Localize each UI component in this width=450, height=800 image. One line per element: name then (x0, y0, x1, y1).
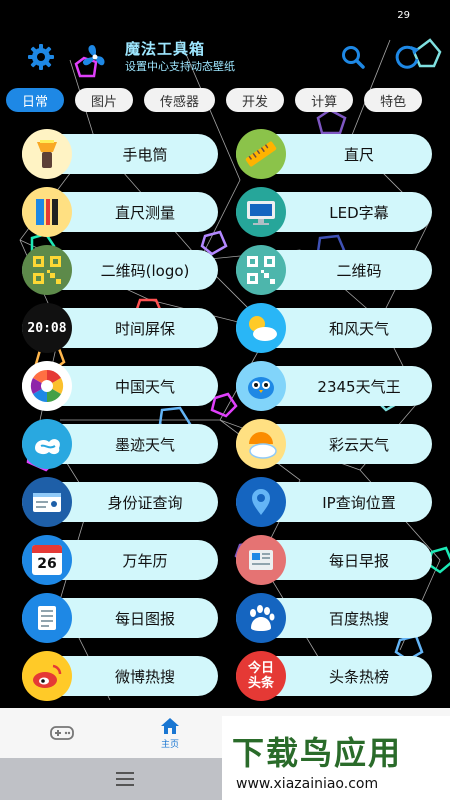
tool-baidu-hot-search[interactable]: 百度热搜 (236, 593, 432, 643)
id-card-icon (22, 477, 72, 527)
tool-label: 万年历 (122, 551, 168, 570)
status-time: 29 (397, 10, 410, 21)
nav-home-label: 主页 (160, 739, 179, 750)
tool-label: 二维码 (336, 261, 382, 280)
tool-caiyun-weather[interactable]: 彩云天气 (236, 419, 432, 469)
tool-perpetual-calendar[interactable]: 26 万年历 (22, 535, 218, 585)
calendar-day: 26 (37, 556, 57, 572)
location-pin-icon (236, 477, 286, 527)
china-weather-icon (22, 361, 72, 411)
caiyun-weather-icon (236, 419, 286, 469)
category-tabs: 日常 图片 传感器 开发 计算 特色 (6, 88, 450, 114)
tool-qrcode[interactable]: 二维码 (236, 245, 432, 295)
app-subtitle: 设置中心支持动态壁纸 (125, 60, 235, 73)
toutiao-icon: 今日头条 (236, 651, 286, 701)
tool-label: 时间屏保 (114, 319, 175, 338)
newspaper-icon (236, 535, 286, 585)
ruler-measure-icon (22, 187, 72, 237)
led-monitor-icon (236, 187, 286, 237)
tool-label: 身份证查询 (107, 493, 183, 512)
tool-led-subtitle[interactable]: LED字幕 (236, 187, 432, 237)
gear-icon[interactable] (24, 40, 58, 74)
tool-qrcode-logo[interactable]: 二维码(logo) (22, 245, 218, 295)
refresh-icon[interactable] (390, 40, 424, 74)
fan-icon[interactable] (78, 40, 112, 74)
tools-grid: 手电筒 直尺 直尺测量 LED字幕 二维码(logo) 二维码 20:08 时间… (22, 129, 432, 714)
home-icon (161, 717, 179, 734)
ruler-icon (236, 129, 286, 179)
tool-label: 百度热搜 (328, 609, 389, 628)
app-header: 魔法工具箱 设置中心支持动态壁纸 (0, 36, 450, 80)
tool-ruler[interactable]: 直尺 (236, 129, 432, 179)
search-icon[interactable] (336, 40, 370, 74)
tool-id-card-query[interactable]: 身份证查询 (22, 477, 218, 527)
calendar-icon: 26 (22, 535, 72, 585)
tool-hefeng-weather[interactable]: 和风天气 (236, 303, 432, 353)
app-title: 魔法工具箱 (125, 40, 206, 58)
tool-label: 彩云天气 (328, 435, 389, 454)
tab-images[interactable]: 图片 (75, 88, 134, 112)
tab-develop[interactable]: 开发 (226, 88, 285, 112)
menu-icon[interactable] (116, 772, 134, 786)
weather-bird-icon (236, 361, 286, 411)
nav-games[interactable] (12, 708, 112, 758)
qrcode-icon (236, 245, 286, 295)
tool-ruler-measure[interactable]: 直尺测量 (22, 187, 218, 237)
tool-label: 每日图报 (114, 609, 175, 628)
weibo-icon (22, 651, 72, 701)
tool-label: LED字幕 (329, 203, 389, 222)
tool-daily-picture-news[interactable]: 每日图报 (22, 593, 218, 643)
tool-flashlight[interactable]: 手电筒 (22, 129, 218, 179)
weather-sun-cloud-icon (236, 303, 286, 353)
clock-screensaver-icon: 20:08 (22, 303, 72, 353)
tool-label: 微博热搜 (114, 667, 175, 686)
tool-label: 和风天气 (328, 319, 389, 338)
tool-label: 直尺 (343, 145, 374, 164)
tool-label: 墨迹天气 (114, 435, 175, 454)
tool-label: 头条热榜 (328, 667, 389, 686)
qrcode-logo-icon (22, 245, 72, 295)
tool-label: 手电筒 (122, 145, 168, 164)
tool-daily-morning-news[interactable]: 每日早报 (236, 535, 432, 585)
tool-label: 直尺测量 (114, 203, 175, 222)
tab-daily[interactable]: 日常 (6, 88, 65, 112)
toutiao-badge-text: 今日头条 (247, 661, 274, 691)
moji-weather-icon (22, 419, 72, 469)
tool-moji-weather[interactable]: 墨迹天气 (22, 419, 218, 469)
clock-text: 20:08 (27, 320, 67, 336)
tool-label: 二维码(logo) (100, 261, 190, 280)
document-icon (22, 593, 72, 643)
tab-featured[interactable]: 特色 (364, 88, 423, 112)
tool-china-weather[interactable]: 中国天气 (22, 361, 218, 411)
tool-label: 每日早报 (328, 551, 389, 570)
tab-sensors[interactable]: 传感器 (144, 88, 216, 112)
watermark-logo: 下载鸟应用 www.xiazainiao.com (222, 716, 450, 800)
tool-weibo-hot-search[interactable]: 微博热搜 (22, 651, 218, 701)
tool-time-screensaver[interactable]: 20:08 时间屏保 (22, 303, 218, 353)
tool-label: 中国天气 (114, 377, 175, 396)
tool-2345-weather[interactable]: 2345天气王 (236, 361, 432, 411)
tool-label: 2345天气王 (317, 377, 401, 396)
baidu-icon (236, 593, 286, 643)
flashlight-icon (22, 129, 72, 179)
tool-toutiao-hot-list[interactable]: 今日头条 头条热榜 (236, 651, 432, 701)
tool-ip-location[interactable]: IP查询位置 (236, 477, 432, 527)
tab-calculate[interactable]: 计算 (295, 88, 354, 112)
watermark-title: 下载鸟应用 (232, 734, 403, 772)
tool-label: IP查询位置 (322, 493, 396, 512)
gamepad-icon (50, 726, 74, 740)
nav-home[interactable]: 主页 (120, 708, 220, 758)
watermark-url: www.xiazainiao.com (236, 776, 379, 792)
